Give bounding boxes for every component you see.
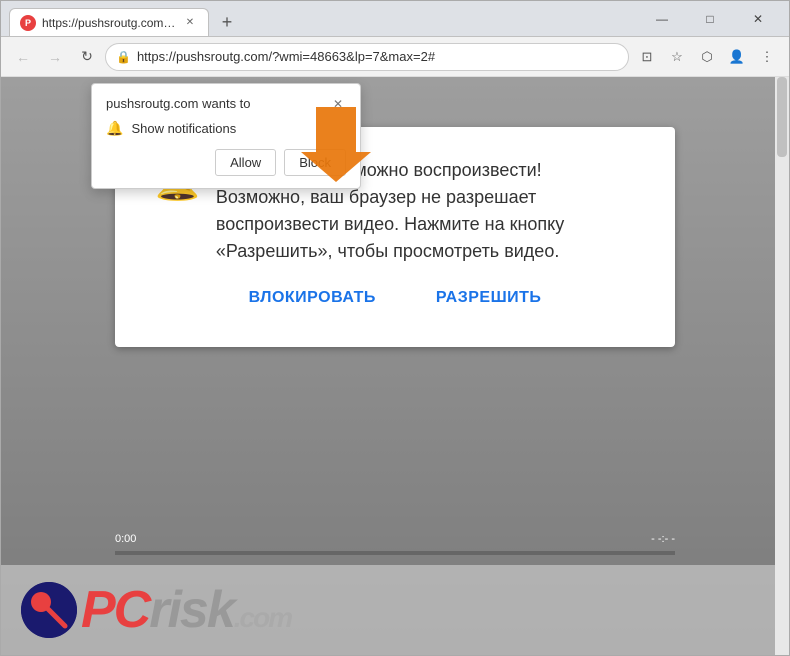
toolbar-actions: ⊡ ☆ ⬡ 👤 ⋮: [633, 43, 781, 71]
popup-header: pushsroutg.com wants to ✕: [106, 96, 346, 112]
popup-site-text: pushsroutg.com wants to: [106, 96, 251, 111]
video-buttons: ВЛОКИРОВАТЬ РАЗРЕШИТЬ: [249, 289, 542, 307]
menu-icon[interactable]: ⋮: [753, 43, 781, 71]
url-text: https://pushsroutg.com/?wmi=48663&lp=7&m…: [137, 49, 618, 64]
forward-button[interactable]: →: [41, 43, 69, 71]
notification-popup: pushsroutg.com wants to ✕ 🔔 Show notific…: [91, 83, 361, 189]
video-time-right: - -:- -: [651, 533, 675, 545]
scrollbar-thumb[interactable]: [777, 77, 787, 157]
bookmark-icon[interactable]: ☆: [663, 43, 691, 71]
pcrisk-logo: PCrisk.com: [21, 580, 291, 640]
popup-bell-icon: 🔔: [106, 120, 123, 137]
lock-icon: 🔒: [116, 50, 131, 64]
popup-permission: 🔔 Show notifications: [106, 120, 346, 137]
browser-tab[interactable]: P https://pushsroutg.com/?wmi=4... ✕: [9, 8, 209, 36]
popup-actions: Allow Block: [106, 149, 346, 176]
pcrisk-domain: .com: [234, 602, 291, 633]
pcrisk-bar: PCrisk.com: [1, 565, 789, 655]
tab-close-button[interactable]: ✕: [182, 15, 198, 31]
back-button[interactable]: ←: [9, 43, 37, 71]
popup-permission-text: Show notifications: [131, 121, 236, 136]
extensions-icon[interactable]: ⬡: [693, 43, 721, 71]
close-button[interactable]: ✕: [735, 5, 781, 33]
maximize-button[interactable]: □: [687, 5, 733, 33]
minimize-button[interactable]: —: [639, 5, 685, 33]
tab-area: P https://pushsroutg.com/?wmi=4... ✕ +: [9, 1, 635, 36]
popup-block-button[interactable]: Block: [284, 149, 346, 176]
pcrisk-circle-icon: [21, 582, 77, 638]
popup-close-button[interactable]: ✕: [330, 96, 346, 112]
window-controls: — □ ✕: [639, 5, 781, 33]
tab-title: https://pushsroutg.com/?wmi=4...: [42, 16, 176, 30]
address-bar[interactable]: 🔒 https://pushsroutg.com/?wmi=48663&lp=7…: [105, 43, 629, 71]
pcrisk-svg-icon: [21, 582, 77, 638]
block-video-button[interactable]: ВЛОКИРОВАТЬ: [249, 289, 376, 307]
pcrisk-text: PCrisk.com: [81, 580, 291, 640]
new-tab-button[interactable]: +: [213, 8, 241, 36]
scrollbar[interactable]: [775, 77, 789, 655]
refresh-button[interactable]: ↻: [73, 43, 101, 71]
cast-icon[interactable]: ⊡: [633, 43, 661, 71]
video-time-left: 0:00: [115, 533, 136, 545]
title-bar: P https://pushsroutg.com/?wmi=4... ✕ + —…: [1, 1, 789, 37]
pcrisk-pc: PC: [81, 581, 149, 639]
allow-video-button[interactable]: РАЗРЕШИТЬ: [436, 289, 542, 307]
toolbar: ← → ↻ 🔒 https://pushsroutg.com/?wmi=4866…: [1, 37, 789, 77]
browser-window: P https://pushsroutg.com/?wmi=4... ✕ + —…: [0, 0, 790, 656]
tab-favicon: P: [20, 15, 36, 31]
account-icon[interactable]: 👤: [723, 43, 751, 71]
pcrisk-risk: risk: [149, 581, 234, 639]
browser-content: 🔔 Это видео невозможно воспроизвести! Во…: [1, 77, 789, 655]
video-scrubber[interactable]: [115, 551, 675, 555]
popup-allow-button[interactable]: Allow: [215, 149, 276, 176]
